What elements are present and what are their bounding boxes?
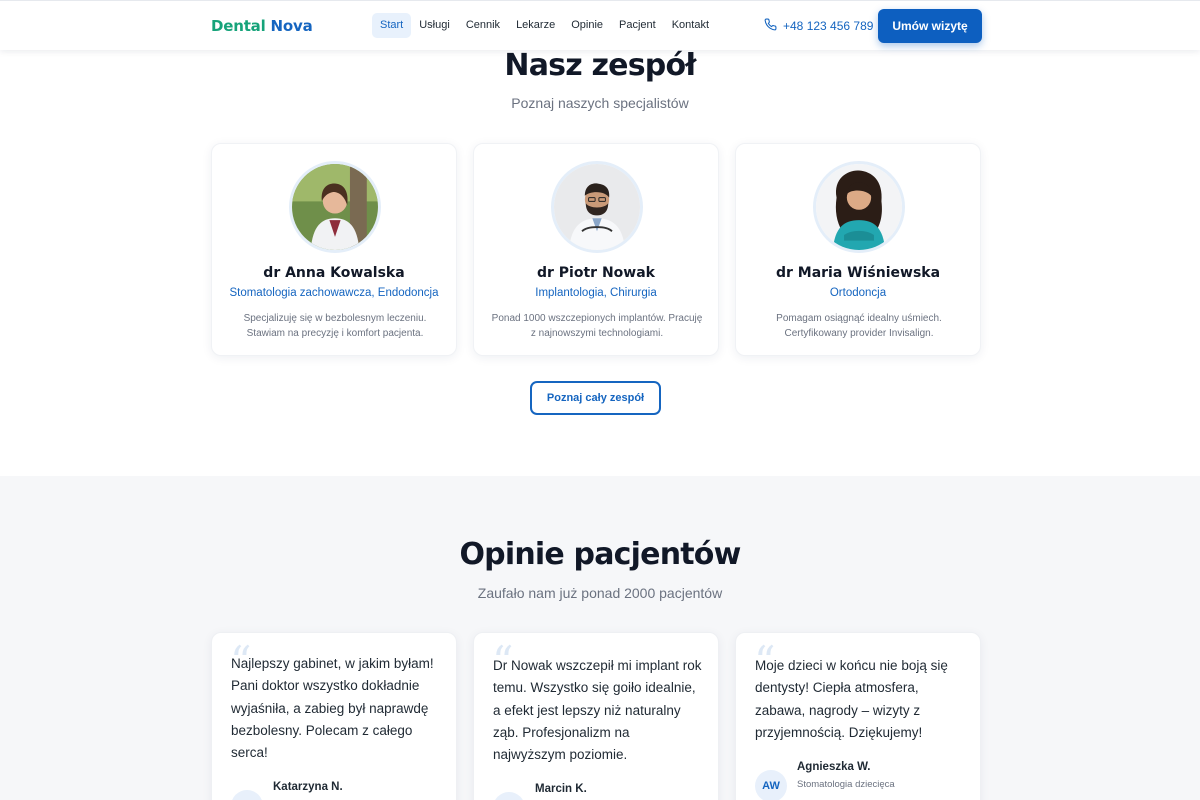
review-card: “ Najlepszy gabinet, w jakim byłam! Pani… (211, 632, 457, 800)
doctor-specialty: Stomatologia zachowawcza, Endodoncja (229, 287, 439, 299)
doctor-specialty: Implantologia, Chirurgia (535, 287, 657, 299)
review-text: Moje dzieci w końcu nie boją się dentyst… (755, 658, 948, 740)
logo-text-dental: Dental (211, 17, 266, 35)
nav-item-lekarze[interactable]: Lekarze (508, 13, 563, 38)
team-title: Nasz zespół (504, 48, 696, 83)
reviewer-avatar: AW (755, 770, 787, 800)
doctor-description: Specjalizuję się w bezbolesnym leczeniu.… (243, 313, 427, 339)
phone-link[interactable]: +48 123 456 789 (764, 18, 873, 34)
review-card: “ Dr Nowak wszczepił mi implant rok temu… (473, 632, 719, 800)
reviewer-name: Katarzyna N. (273, 781, 343, 793)
doctor-name: dr Anna Kowalska (263, 265, 405, 281)
doctor-specialty: Ortodoncja (829, 287, 887, 299)
nav-item-uslugi[interactable]: Usługi (411, 13, 458, 38)
doctor-photo (813, 161, 905, 253)
review-text: Najlepszy gabinet, w jakim byłam! Pani d… (231, 656, 434, 761)
nav-item-opinie[interactable]: Opinie (563, 13, 611, 38)
nav-item-start[interactable]: Start (372, 13, 412, 38)
team-subtitle: Poznaj naszych specjalistów (511, 95, 689, 111)
reviewer-name: Marcin K. (535, 783, 587, 795)
reviewer-avatar (231, 790, 263, 800)
logo[interactable]: Dental Nova (211, 17, 313, 35)
phone-icon (764, 18, 777, 34)
review-card: “ Moje dzieci w końcu nie boją się denty… (735, 632, 981, 800)
doctor-name: dr Maria Wiśniewska (775, 265, 941, 281)
reviewer-name: Agnieszka W. (797, 761, 871, 773)
reviewer-service: Stomatologia dziecięca (797, 779, 895, 790)
doctor-description: Ponad 1000 wszczepionych implantów. Prac… (491, 313, 703, 339)
doctor-photo (289, 161, 381, 253)
reviews-subtitle: Zaufało nam już ponad 2000 pacjentów (477, 585, 723, 601)
see-whole-team-button[interactable]: Poznaj cały zespół (530, 381, 661, 415)
doctor-card: dr Anna Kowalska Stomatologia zachowawcz… (211, 143, 457, 356)
logo-text-nova: Nova (270, 17, 313, 35)
main-nav: Start Usługi Cennik Lekarze Opinie Pacje… (372, 13, 717, 38)
doctor-description: Pomagam osiągnąć idealny uśmiech. Certyf… (776, 313, 942, 339)
book-appointment-button[interactable]: Umów wizytę (878, 9, 982, 43)
nav-item-kontakt[interactable]: Kontakt (664, 13, 717, 38)
doctor-photo (551, 161, 643, 253)
reviews-title: Opinie pacjentów (459, 537, 741, 572)
reviewer-avatar (493, 792, 525, 800)
doctor-name: dr Piotr Nowak (537, 265, 655, 281)
site-header: Dental Nova Start Usługi Cennik Lekarze O… (0, 0, 1200, 50)
nav-item-pacjent[interactable]: Pacjent (611, 13, 664, 38)
doctor-card: dr Piotr Nowak Implantologia, Chirurgia … (473, 143, 719, 356)
review-text: Dr Nowak wszczepił mi implant rok temu. … (493, 658, 702, 763)
phone-number: +48 123 456 789 (783, 19, 874, 33)
doctor-card: dr Maria Wiśniewska Ortodoncja Pomagam o… (735, 143, 981, 356)
nav-item-cennik[interactable]: Cennik (458, 13, 508, 38)
